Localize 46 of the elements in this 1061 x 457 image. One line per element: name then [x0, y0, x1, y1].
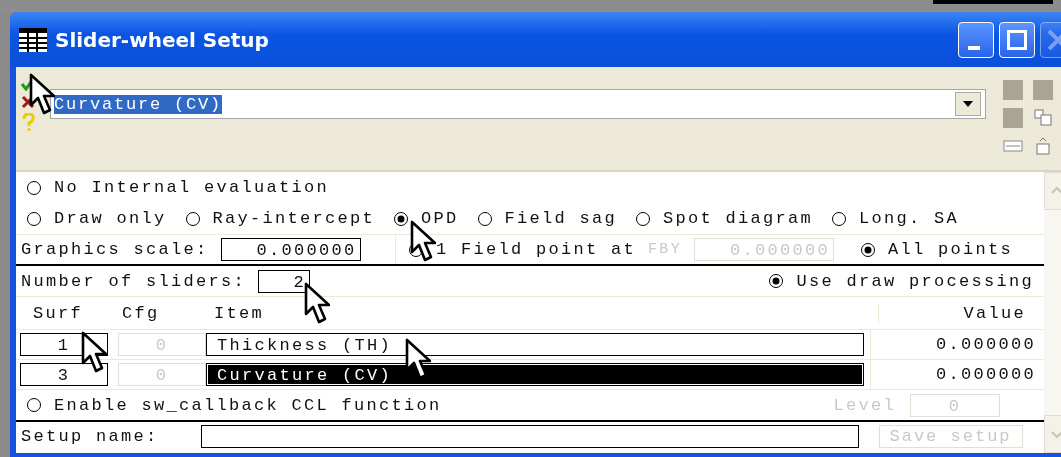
input-field[interactable]: Curvature (CV) [206, 363, 864, 386]
radio-button[interactable] [393, 210, 410, 227]
dropdown-field[interactable]: Curvature (CV) [50, 89, 986, 119]
maximize-icon [1007, 29, 1027, 50]
cursor-icon [29, 73, 55, 117]
radio-button[interactable] [184, 210, 201, 227]
minimize-button[interactable] [958, 21, 994, 58]
table-cell: 0.000000 [936, 365, 1036, 384]
radio-label: Field sag [504, 209, 618, 228]
radio-button[interactable] [26, 179, 42, 196]
radio-button[interactable] [768, 273, 785, 289]
input-field[interactable]: Thickness (TH) [206, 333, 864, 356]
column-header: Item [213, 303, 265, 323]
cursor-icon [304, 282, 330, 326]
input-field[interactable]: 2 [258, 269, 311, 293]
radio-label: No Internal evaluation [54, 178, 330, 197]
maximize-button[interactable] [999, 21, 1035, 58]
radio-button[interactable] [476, 210, 493, 227]
radio-label: All points [887, 240, 1013, 259]
radio-button[interactable] [635, 210, 652, 227]
radio-label: Use draw processing [796, 271, 1034, 291]
radio-label: Ray-intercept [212, 209, 376, 228]
radio-label: Long. SA [859, 209, 960, 228]
cursor-icon [81, 331, 107, 375]
copy-icon[interactable] [1032, 107, 1054, 129]
radio-label: OPD [421, 209, 459, 228]
field-label: Setup name: [21, 426, 159, 446]
table-cell: 0.000000 [936, 335, 1036, 354]
radio-button[interactable] [831, 210, 848, 227]
input-field[interactable] [200, 424, 859, 448]
table-icon [19, 27, 47, 52]
column-header: Surf [32, 303, 84, 323]
dropdown-value: Curvature (CV) [54, 94, 223, 114]
radio-button[interactable] [26, 210, 42, 227]
column-header: Cfg [121, 303, 161, 323]
input-field[interactable]: 0.000000 [220, 238, 361, 261]
minimize-icon [968, 45, 980, 50]
cancel-icon[interactable] [20, 95, 36, 109]
window-title: Slider-wheel Setup [55, 27, 270, 52]
radio-label: 1 Field point at [436, 240, 637, 259]
radio-label: Spot diagram [663, 209, 814, 228]
field-label: Number of sliders: [21, 271, 247, 291]
radio-label: Draw only [54, 209, 167, 228]
radio-label: Enable sw_callback CCL function [54, 395, 442, 415]
input-field[interactable]: 3 [20, 363, 108, 386]
field-label: Graphics scale: [21, 240, 209, 259]
